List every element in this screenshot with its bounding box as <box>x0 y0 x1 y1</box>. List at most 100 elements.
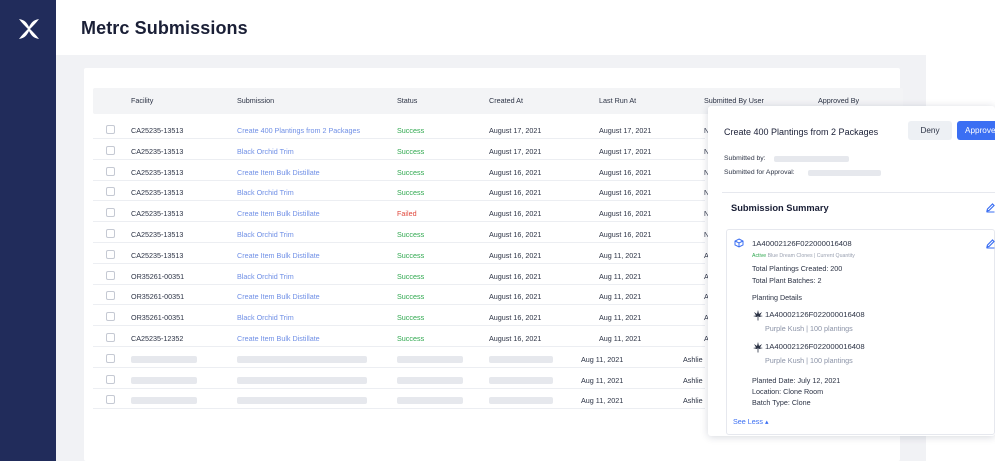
submission-link[interactable]: Black Orchid Trim <box>237 188 294 197</box>
last-run-at-cell: August 16, 2021 <box>599 230 652 239</box>
submission-link[interactable]: Create Item Bulk Distillate <box>237 292 320 301</box>
facility-cell: CA25235-13513 <box>131 126 184 135</box>
submission-link[interactable]: Black Orchid Trim <box>237 272 294 281</box>
status-cell: Success <box>397 271 425 281</box>
facility-cell: CA25235-13513 <box>131 146 184 156</box>
row-checkbox[interactable] <box>106 312 115 322</box>
column-header-submission[interactable]: Submission <box>237 96 274 105</box>
submission-placeholder <box>237 376 367 384</box>
status-cell: Success <box>397 250 425 260</box>
deny-button[interactable]: Deny <box>908 121 952 140</box>
last-run-at-cell: August 16, 2021 <box>599 167 652 177</box>
last-run-at-cell: August 17, 2021 <box>599 146 652 156</box>
row-checkbox[interactable] <box>106 229 115 238</box>
facility-cell: CA25235-13513 <box>131 167 184 177</box>
row-checkbox[interactable] <box>106 187 115 197</box>
created-at-cell: August 16, 2021 <box>489 271 542 281</box>
created-at-cell: August 16, 2021 <box>489 188 542 198</box>
page-title: Metrc Submissions <box>81 18 248 38</box>
last-run-at-cell: Aug 11, 2021 <box>599 313 642 323</box>
last-run-at-cell: Aug 11, 2021 <box>599 250 642 260</box>
created-at-cell: August 16, 2021 <box>489 334 542 343</box>
status-cell: Success <box>397 167 425 177</box>
panel-divider <box>722 192 995 193</box>
row-checkbox[interactable] <box>106 270 115 280</box>
column-header-approved-by[interactable]: Approved By <box>818 96 859 105</box>
submitted-by-cell: Ashlie <box>683 354 703 364</box>
row-divider <box>93 346 705 347</box>
edit-package-icon[interactable] <box>985 238 995 249</box>
column-header-status[interactable]: Status <box>397 96 417 105</box>
column-header-submitted-by[interactable]: Submitted By User <box>704 96 764 105</box>
submission-link[interactable]: Black Orchid Trim <box>237 147 294 156</box>
created-at-cell: August 16, 2021 <box>489 292 542 302</box>
created-at-placeholder <box>489 355 553 363</box>
submission-link[interactable]: Black Orchid Trim <box>237 313 294 322</box>
status-cell: Failed <box>397 209 417 219</box>
created-at-cell: August 17, 2021 <box>489 146 542 156</box>
row-checkbox[interactable] <box>106 145 115 155</box>
approve-button[interactable]: Approve <box>957 121 995 140</box>
status-placeholder <box>397 397 463 405</box>
submission-link[interactable]: Black Orchid Trim <box>237 230 294 239</box>
facility-cell: OR35261-00351 <box>131 292 185 302</box>
last-run-at-cell: Aug 11, 2021 <box>599 334 642 343</box>
logo-icon[interactable] <box>18 18 40 40</box>
submitted-for-approval-label: Submitted for Approval: <box>724 169 795 176</box>
submission-link[interactable]: Create Item Bulk Distillate <box>237 334 320 343</box>
row-checkbox[interactable] <box>106 333 115 342</box>
column-header-last-run-at[interactable]: Last Run At <box>599 96 636 105</box>
row-checkbox[interactable] <box>106 374 115 384</box>
row-checkbox[interactable] <box>106 166 115 176</box>
created-at-cell: August 16, 2021 <box>489 167 542 177</box>
submission-link[interactable]: Create Item Bulk Distillate <box>237 209 320 218</box>
cannabis-leaf-icon <box>753 310 763 321</box>
edit-summary-icon[interactable] <box>985 202 995 213</box>
column-header-facility[interactable]: Facility <box>131 96 153 105</box>
row-checkbox[interactable] <box>106 353 115 363</box>
column-header-created-at[interactable]: Created At <box>489 96 523 105</box>
created-at-cell: August 16, 2021 <box>489 209 542 219</box>
sidebar <box>0 0 56 461</box>
panel-title: Create 400 Plantings from 2 Packages <box>724 127 879 137</box>
planting-detail[interactable]: Purple Kush | 100 plantings <box>765 356 853 365</box>
planted-date: Planted Date: July 12, 2021 <box>752 376 841 385</box>
status-cell: Success <box>397 334 425 343</box>
submission-placeholder <box>237 355 367 363</box>
facility-placeholder <box>131 376 197 384</box>
last-run-at-cell: August 16, 2021 <box>599 209 652 219</box>
batch-type: Batch Type: Clone <box>752 398 811 407</box>
package-status-line: Active Blue Dream Clones | Current Quant… <box>752 253 855 259</box>
submitted-by-cell: Ashlie <box>683 375 703 385</box>
row-checkbox[interactable] <box>106 291 115 301</box>
created-at-cell: August 16, 2021 <box>489 230 542 239</box>
facility-placeholder <box>131 397 197 405</box>
status-placeholder <box>397 355 463 363</box>
status-cell: Success <box>397 146 425 156</box>
submitted-by-label: Submitted by: <box>724 155 766 162</box>
row-checkbox[interactable] <box>106 208 115 218</box>
status-placeholder <box>397 376 463 384</box>
created-at-cell: August 16, 2021 <box>489 313 542 323</box>
see-less-link[interactable]: See Less ▴ <box>733 417 769 426</box>
last-run-at-cell: August 17, 2021 <box>599 126 652 135</box>
submission-link[interactable]: Create 400 Plantings from 2 Packages <box>237 126 360 135</box>
submission-link[interactable]: Create Item Bulk Distillate <box>237 168 320 177</box>
facility-cell: OR35261-00351 <box>131 271 185 281</box>
status-cell: Success <box>397 126 425 135</box>
submitted-for-approval-value-placeholder <box>808 170 881 176</box>
planting-tag: 1A40002126F022000016408 <box>765 310 865 319</box>
row-checkbox[interactable] <box>106 249 115 259</box>
summary-title: Submission Summary <box>731 203 829 213</box>
row-divider <box>93 366 705 368</box>
row-divider <box>93 387 705 389</box>
row-divider <box>93 408 705 410</box>
row-checkbox[interactable] <box>106 395 115 405</box>
created-at-cell: August 17, 2021 <box>489 126 542 135</box>
planting-detail[interactable]: Purple Kush | 100 plantings <box>765 324 853 333</box>
facility-cell: CA25235-12352 <box>131 334 184 343</box>
submission-link[interactable]: Create Item Bulk Distillate <box>237 251 320 260</box>
see-less-label: See Less <box>733 417 763 426</box>
row-checkbox[interactable] <box>106 125 115 134</box>
last-run-at-cell: August 16, 2021 <box>599 188 652 198</box>
